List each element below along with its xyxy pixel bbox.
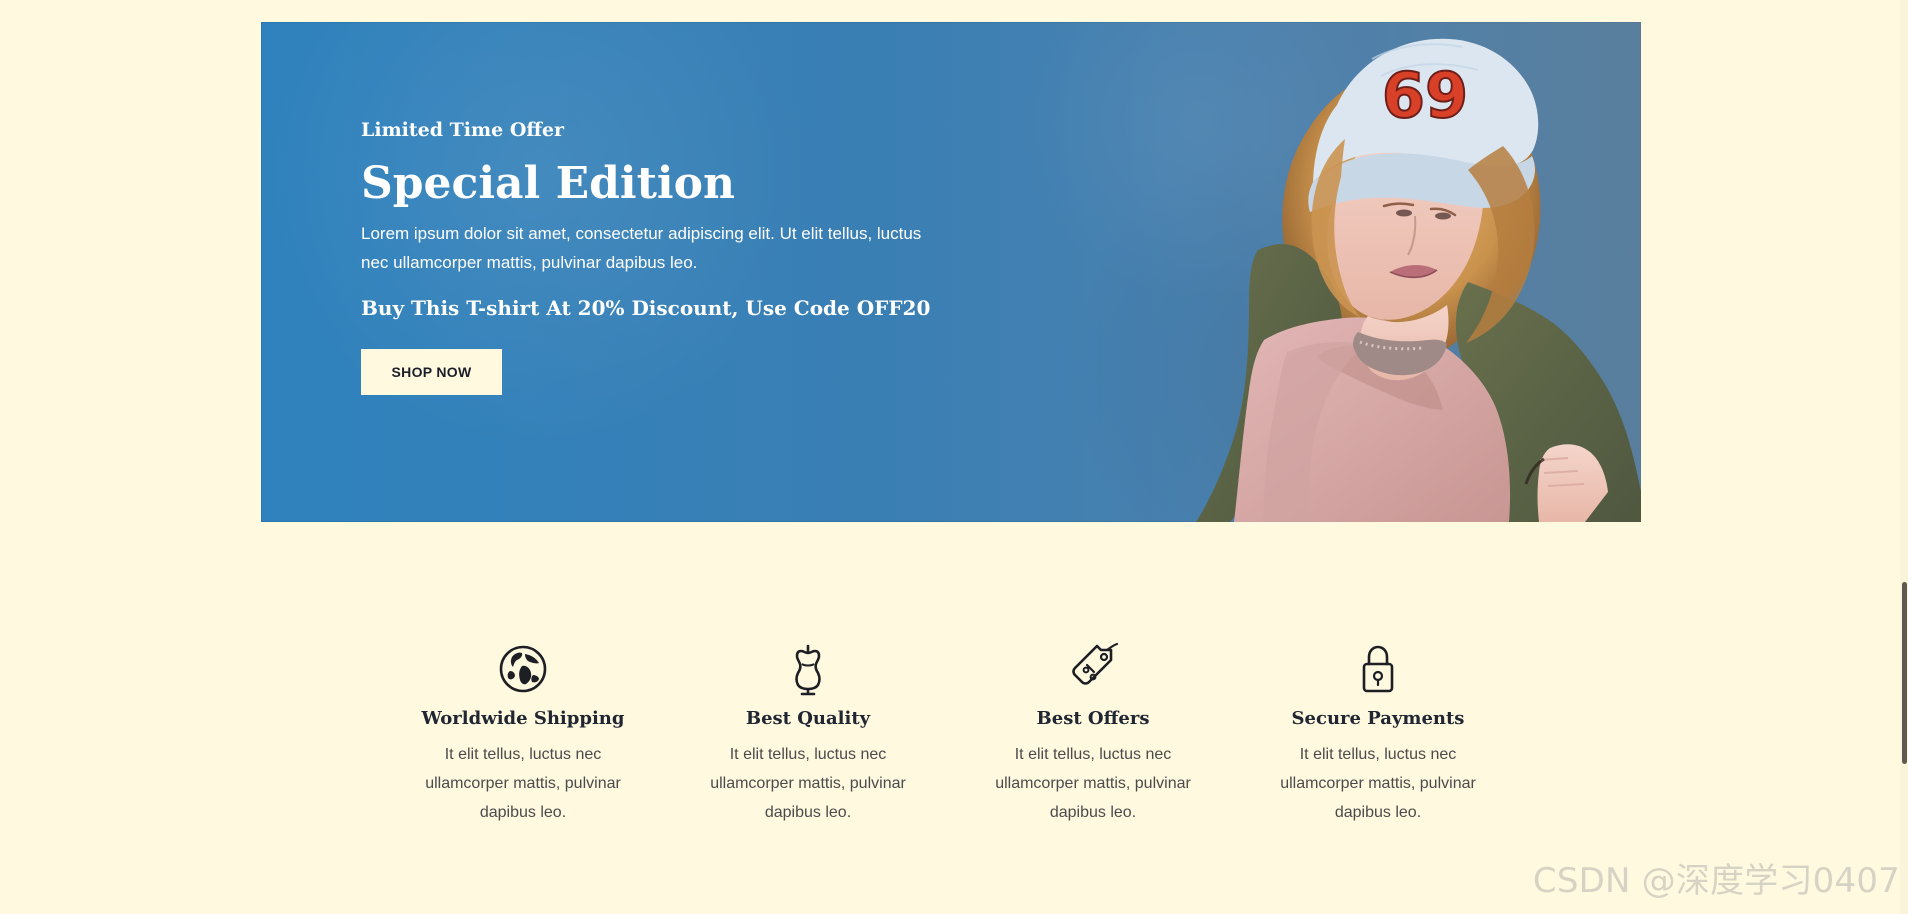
feature-description: It elit tellus, luctus nec ullamcorper m… [995, 745, 1191, 821]
feature-best-quality: Best Quality It elit tellus, luctus nec … [678, 640, 938, 827]
feature-best-offers: Best Offers It elit tellus, luctus nec u… [963, 640, 1223, 827]
feature-title: Secure Payments [1291, 708, 1465, 729]
feature-secure-payments: Secure Payments It elit tellus, luctus n… [1248, 640, 1508, 827]
promo-description: Lorem ipsum dolor sit amet, consectetur … [361, 223, 922, 272]
mannequin-icon [778, 640, 838, 698]
tag-icon [1063, 640, 1123, 698]
lock-icon [1348, 640, 1408, 698]
features-section: Worldwide Shipping It elit tellus, luctu… [393, 640, 1536, 830]
cap-number: 69 [1382, 59, 1468, 132]
feature-title: Best Quality [745, 708, 871, 729]
vertical-scrollbar[interactable] [1900, 0, 1908, 914]
promo-title: Special Edition [361, 157, 735, 209]
watermark-text: CSDN @深度学习0407 [1532, 861, 1900, 901]
promo-content: Limited Time Offer Special Edition Lorem… [361, 118, 961, 395]
feature-title: Worldwide Shipping [421, 708, 625, 729]
feature-description: It elit tellus, luctus nec ullamcorper m… [425, 745, 621, 821]
feature-description: It elit tellus, luctus nec ullamcorper m… [1280, 745, 1476, 821]
promo-banner: Limited Time Offer Special Edition Lorem… [261, 22, 1641, 522]
shop-now-button[interactable]: SHOP NOW [361, 348, 502, 395]
feature-description: It elit tellus, luctus nec ullamcorper m… [710, 745, 906, 821]
model-photo: 69 [1138, 22, 1641, 522]
woman-with-cap-illustration: 69 [1138, 22, 1641, 522]
promo-eyebrow: Limited Time Offer [361, 119, 565, 141]
promo-offer: Buy This T-shirt At 20% Discount, Use Co… [361, 295, 931, 320]
feature-title: Best Offers [1036, 708, 1150, 729]
globe-icon [493, 640, 553, 698]
feature-worldwide-shipping: Worldwide Shipping It elit tellus, luctu… [393, 640, 653, 827]
scrollbar-thumb[interactable] [1902, 582, 1907, 764]
